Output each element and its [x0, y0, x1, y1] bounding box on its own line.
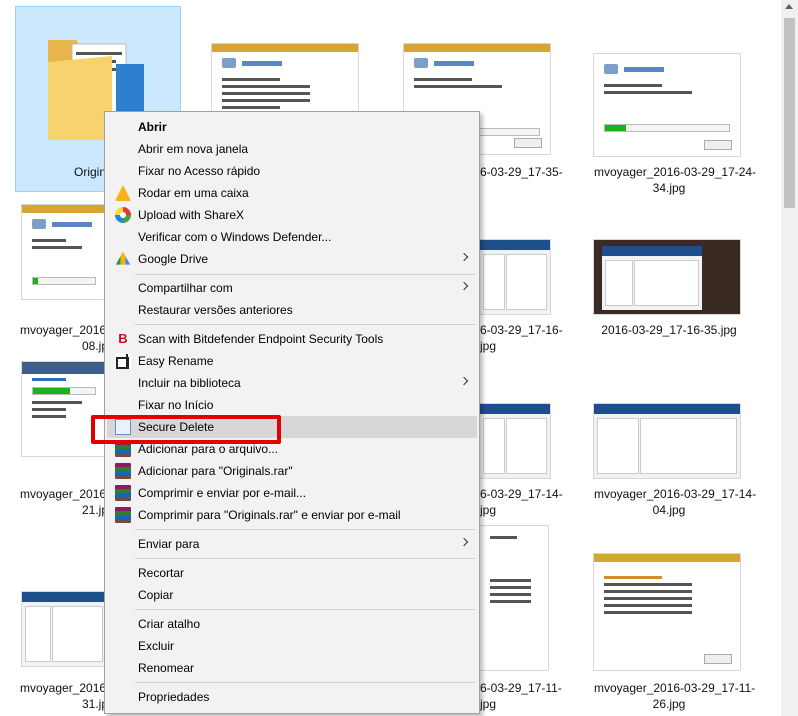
folder-caption: Origin	[74, 165, 107, 179]
submenu-arrow-icon	[459, 537, 469, 547]
menu-item-label: Adicionar para "Originals.rar"	[138, 464, 293, 478]
file-caption: jpg	[480, 339, 497, 353]
menu-item-fixar-inicio[interactable]: Fixar no Início	[107, 394, 477, 416]
menu-item-bitdefender-scan[interactable]: B Scan with Bitdefender Endpoint Securit…	[107, 328, 477, 350]
menu-item-label: Rodar em uma caixa	[138, 186, 249, 200]
menu-item-label: Copiar	[138, 588, 174, 602]
menu-item-label: Fixar no Acesso rápido	[138, 164, 261, 178]
google-drive-icon	[115, 251, 131, 265]
context-menu: Abrir Abrir em nova janela Fixar no Aces…	[104, 111, 480, 714]
menu-item-label: Abrir em nova janela	[138, 142, 249, 156]
winrar-icon	[115, 463, 131, 479]
menu-item-compartilhar-com[interactable]: Compartilhar com	[107, 277, 477, 299]
thumbnail-image[interactable]	[22, 205, 106, 299]
menu-item-label: Renomear	[138, 661, 195, 675]
menu-item-criar-atalho[interactable]: Criar atalho	[107, 613, 477, 635]
thumbnail-image[interactable]	[22, 592, 106, 666]
file-caption: mvoyager_2016-03-29_17-11-	[594, 681, 756, 695]
menu-item-abrir-nova-janela[interactable]: Abrir em nova janela	[107, 138, 477, 160]
menu-item-incluir-biblioteca[interactable]: Incluir na biblioteca	[107, 372, 477, 394]
file-caption: mvoyager_2016-03-29_17-14-	[594, 487, 757, 501]
menu-item-label: Google Drive	[138, 252, 209, 266]
menu-separator	[135, 324, 475, 325]
menu-item-google-drive[interactable]: Google Drive	[107, 248, 477, 270]
winrar-icon	[115, 485, 131, 501]
thumbnail-image[interactable]	[480, 404, 550, 478]
vertical-scrollbar[interactable]	[781, 0, 798, 716]
menu-item-rodar-em-caixa[interactable]: Rodar em uma caixa	[107, 182, 477, 204]
menu-item-label: Comprimir para "Originals.rar" e enviar …	[138, 508, 401, 522]
file-caption: mvoyager_2016	[20, 323, 107, 337]
menu-item-label: Abrir	[138, 120, 167, 134]
menu-item-restaurar-versoes[interactable]: Restaurar versões anteriores	[107, 299, 477, 321]
menu-item-propriedades[interactable]: Propriedades	[107, 686, 477, 708]
winrar-icon	[115, 507, 131, 523]
thumbnail-image[interactable]	[594, 554, 740, 670]
menu-item-label: Criar atalho	[138, 617, 201, 631]
scrollbar-thumb[interactable]	[784, 18, 795, 208]
file-caption: jpg	[480, 697, 497, 711]
file-caption: 04.jpg	[652, 503, 686, 517]
sharex-icon	[115, 207, 131, 223]
menu-item-label: Verificar com o Windows Defender...	[138, 230, 332, 244]
submenu-arrow-icon	[459, 281, 469, 291]
file-caption: 2016-03-29_17-16-35.jpg	[601, 323, 737, 337]
menu-item-upload-sharex[interactable]: Upload with ShareX	[107, 204, 477, 226]
menu-separator	[135, 682, 475, 683]
menu-item-label: Fixar no Início	[138, 398, 214, 412]
file-caption: mvoyager_2016	[20, 681, 107, 695]
menu-item-label: Restaurar versões anteriores	[138, 303, 293, 317]
menu-item-fixar-acesso-rapido[interactable]: Fixar no Acesso rápido	[107, 160, 477, 182]
menu-item-label: Scan with Bitdefender Endpoint Security …	[138, 332, 384, 346]
menu-item-abrir[interactable]: Abrir	[107, 116, 477, 138]
menu-item-label: Compartilhar com	[138, 281, 233, 295]
menu-item-label: Adicionar para o arquivo...	[138, 442, 279, 456]
menu-separator	[135, 558, 475, 559]
menu-item-label: Comprimir e enviar por e-mail...	[138, 486, 307, 500]
file-caption: jpg	[480, 503, 497, 517]
menu-item-label: Incluir na biblioteca	[138, 376, 241, 390]
highlight-annotation-box	[91, 415, 281, 444]
menu-item-easy-rename[interactable]: Easy Rename	[107, 350, 477, 372]
submenu-arrow-icon	[459, 376, 469, 386]
menu-item-recortar[interactable]: Recortar	[107, 562, 477, 584]
easy-rename-icon	[115, 353, 131, 369]
menu-separator	[135, 274, 475, 275]
pizza-icon	[115, 185, 131, 201]
thumbnail-image[interactable]	[594, 54, 740, 156]
menu-separator	[135, 529, 475, 530]
file-caption: mvoyager_2016	[20, 487, 107, 501]
menu-item-label: Recortar	[138, 566, 185, 580]
menu-item-comprimir-originals-email[interactable]: Comprimir para "Originals.rar" e enviar …	[107, 504, 477, 526]
menu-separator	[135, 609, 475, 610]
menu-item-windows-defender[interactable]: Verificar com o Windows Defender...	[107, 226, 477, 248]
file-caption: 6-03-29_17-35-	[480, 165, 563, 179]
menu-item-label: Upload with ShareX	[138, 208, 245, 222]
thumbnail-image[interactable]	[594, 404, 740, 478]
menu-item-adicionar-originals-rar[interactable]: Adicionar para "Originals.rar"	[107, 460, 477, 482]
menu-item-label: Propriedades	[138, 690, 210, 704]
menu-item-label: Excluir	[138, 639, 175, 653]
menu-item-copiar[interactable]: Copiar	[107, 584, 477, 606]
menu-item-excluir[interactable]: Excluir	[107, 635, 477, 657]
menu-item-renomear[interactable]: Renomear	[107, 657, 477, 679]
scroll-up-arrow-icon[interactable]	[785, 4, 793, 9]
file-caption: 6-03-29_17-11-	[480, 681, 562, 695]
file-caption: mvoyager_2016-03-29_17-24-	[594, 165, 757, 179]
file-caption: 26.jpg	[652, 697, 686, 711]
menu-item-enviar-para[interactable]: Enviar para	[107, 533, 477, 555]
file-caption: 6-03-29_17-16-	[480, 323, 563, 337]
thumbnail-image[interactable]	[594, 240, 740, 314]
bitdefender-icon: B	[118, 331, 128, 346]
file-caption: 6-03-29_17-14-	[480, 487, 563, 501]
submenu-arrow-icon	[459, 252, 469, 262]
menu-item-comprimir-email[interactable]: Comprimir e enviar por e-mail...	[107, 482, 477, 504]
file-caption: 34.jpg	[652, 181, 686, 195]
thumbnail-image[interactable]	[480, 526, 548, 670]
menu-item-label: Enviar para	[138, 537, 200, 551]
menu-item-label: Easy Rename	[138, 354, 214, 368]
thumbnail-image[interactable]	[480, 240, 550, 314]
